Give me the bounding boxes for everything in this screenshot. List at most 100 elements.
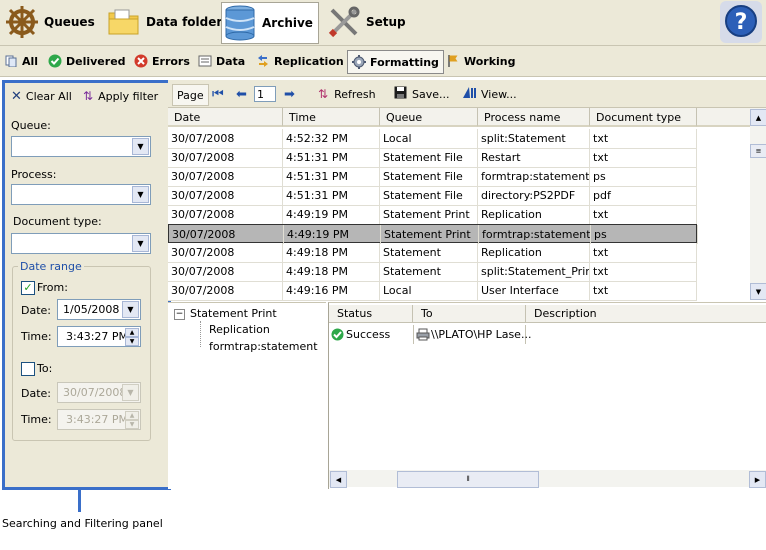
error-icon bbox=[134, 54, 148, 68]
save-button[interactable]: Save... bbox=[394, 84, 450, 104]
table-cell: Replication bbox=[478, 205, 590, 224]
column-header-description[interactable]: Description bbox=[526, 305, 766, 323]
clear-all-label: Clear All bbox=[25, 90, 72, 103]
to-time-spin[interactable]: ▲ ▼ bbox=[125, 411, 139, 429]
queues-button[interactable]: Queues bbox=[4, 2, 95, 42]
check-icon bbox=[48, 54, 62, 68]
table-row[interactable]: 30/07/2008 4:49:18 PM Statement split:State… bbox=[168, 262, 697, 282]
table-cell: ps bbox=[590, 167, 697, 186]
tree-collapse-icon[interactable]: − bbox=[174, 309, 185, 320]
scroll-thumb[interactable]: ⦀ bbox=[397, 471, 539, 488]
from-date-label: Date: bbox=[21, 304, 51, 317]
folder-icon bbox=[106, 4, 142, 40]
tree-child-node[interactable]: Replication bbox=[209, 323, 270, 336]
from-checkbox[interactable]: ✓ bbox=[21, 281, 35, 295]
table-row[interactable]: 30/07/2008 4:51:31 PM Statement File direct… bbox=[168, 186, 697, 206]
filter-all[interactable]: All bbox=[4, 50, 38, 72]
from-time-spin[interactable]: ▲ ▼ bbox=[125, 328, 139, 346]
document-type-select[interactable]: ▼ bbox=[11, 233, 151, 254]
from-date-picker[interactable]: 1/05/2008 ▼ bbox=[57, 299, 141, 320]
spin-up-icon: ▲ bbox=[125, 328, 139, 337]
date-range-label: Date range bbox=[18, 260, 84, 273]
table-cell: Local bbox=[380, 281, 478, 300]
ships-wheel-icon bbox=[4, 4, 40, 40]
clear-all-button[interactable]: ✕ Clear All bbox=[11, 89, 72, 104]
filter-formatting[interactable]: Formatting bbox=[347, 50, 444, 74]
from-time-stepper[interactable]: 3:43:27 PM ▲ ▼ bbox=[57, 326, 141, 347]
table-row[interactable]: 30/07/2008 4:52:32 PM Local split:Statement… bbox=[168, 129, 697, 149]
filter-replication[interactable]: Replication bbox=[256, 50, 344, 72]
column-header-to[interactable]: To bbox=[413, 305, 526, 323]
archive-button[interactable]: Archive bbox=[221, 2, 319, 44]
queue-select[interactable]: ▼ bbox=[11, 136, 151, 157]
scroll-thumb[interactable]: ≡ bbox=[750, 144, 766, 158]
table-cell: Statement File bbox=[380, 148, 478, 167]
tree-child-node[interactable]: formtrap:statement bbox=[209, 340, 318, 353]
to-time-stepper[interactable]: 3:43:27 PM ▲ ▼ bbox=[57, 409, 141, 430]
setup-button[interactable]: Setup bbox=[326, 2, 406, 42]
column-header-process-name[interactable]: Process name bbox=[478, 108, 590, 127]
refresh-button[interactable]: ⇅ Refresh bbox=[318, 84, 376, 104]
scroll-down-icon[interactable]: ▼ bbox=[750, 283, 766, 300]
column-header-filler bbox=[697, 108, 750, 127]
chevron-down-icon: ▼ bbox=[132, 138, 149, 155]
scroll-up-icon[interactable]: ▲ bbox=[750, 109, 766, 126]
scroll-left-icon[interactable]: ◀ bbox=[330, 471, 347, 488]
chevron-down-icon: ▼ bbox=[122, 384, 139, 401]
table-row[interactable]: 30/07/2008 4:49:18 PM Statement Replication… bbox=[168, 243, 697, 263]
page-number-input[interactable]: 1 bbox=[254, 86, 276, 102]
view-button[interactable]: View... bbox=[462, 84, 517, 104]
table-row[interactable]: 30/07/2008 4:49:16 PM Local User Interface t… bbox=[168, 281, 697, 301]
table-cell: 30/07/2008 bbox=[169, 225, 284, 244]
column-header-time[interactable]: Time bbox=[283, 108, 380, 127]
spin-down-icon: ▼ bbox=[125, 337, 139, 346]
spin-down-icon: ▼ bbox=[125, 420, 139, 429]
column-header-queue[interactable]: Queue bbox=[380, 108, 478, 127]
filter-errors[interactable]: Errors bbox=[134, 50, 190, 72]
table-cell: 4:51:31 PM bbox=[283, 148, 380, 167]
apply-filter-icon: ⇅ bbox=[83, 89, 94, 103]
previous-page-icon[interactable]: ⬅ bbox=[236, 84, 247, 104]
data-folders-button[interactable]: Data folders bbox=[106, 2, 229, 42]
chevron-down-icon: ▼ bbox=[122, 301, 139, 318]
table-row[interactable]: 30/07/2008 4:51:31 PM Statement File Restar… bbox=[168, 148, 697, 168]
scroll-right-icon[interactable]: ▶ bbox=[749, 471, 766, 488]
document-type-label: Document type: bbox=[13, 215, 102, 228]
first-page-icon[interactable]: ⏮ bbox=[212, 84, 224, 104]
filter-working[interactable]: Working bbox=[446, 50, 516, 72]
help-button[interactable]: ? bbox=[720, 1, 762, 43]
status-value: Success bbox=[346, 328, 391, 341]
table-cell: Statement File bbox=[380, 167, 478, 186]
tree-connector bbox=[200, 321, 202, 347]
flag-icon bbox=[446, 54, 460, 68]
status-horizontal-scrollbar[interactable]: ◀ ⦀ ▶ bbox=[329, 470, 766, 488]
table-cell: 30/07/2008 bbox=[168, 281, 283, 300]
next-page-icon[interactable]: ➡ bbox=[284, 84, 295, 104]
chevron-down-icon: ▼ bbox=[132, 235, 149, 252]
column-header-date[interactable]: Date bbox=[168, 108, 283, 127]
documents-icon bbox=[4, 54, 18, 68]
view-icon bbox=[462, 86, 476, 102]
from-date-value: 1/05/2008 bbox=[63, 303, 120, 316]
table-cell: Statement File bbox=[380, 186, 478, 205]
table-row[interactable]: 30/07/2008 4:51:31 PM Statement File formtr… bbox=[168, 167, 697, 187]
status-row[interactable]: Success \\PLATO\HP Lase... bbox=[329, 325, 531, 344]
column-header-status[interactable]: Status bbox=[329, 305, 413, 323]
to-date-picker[interactable]: 30/07/2008 ▼ bbox=[57, 382, 141, 403]
table-row[interactable]: 30/07/2008 4:49:19 PM Statement Print Repli… bbox=[168, 205, 697, 225]
process-label: Process: bbox=[11, 168, 57, 181]
column-header-document-type[interactable]: Document type bbox=[590, 108, 697, 127]
filter-delivered[interactable]: Delivered bbox=[48, 50, 126, 72]
apply-filter-button[interactable]: ⇅ Apply filter bbox=[83, 89, 158, 103]
table-cell: txt bbox=[590, 262, 697, 281]
from-time-value: 3:43:27 PM bbox=[66, 330, 129, 343]
table-row[interactable]: 30/07/2008 4:49:19 PM Statement Print formt… bbox=[168, 224, 698, 244]
refresh-icon: ⇅ bbox=[318, 87, 329, 101]
to-checkbox[interactable] bbox=[21, 362, 35, 376]
table-cell: 4:49:18 PM bbox=[283, 262, 380, 281]
search-filter-panel: ✕ Clear All ⇅ Apply filter Queue: ▼ Proc… bbox=[2, 80, 171, 490]
tree-root-node[interactable]: Statement Print bbox=[190, 307, 277, 320]
filter-data[interactable]: Data bbox=[198, 50, 245, 72]
grid-vertical-scrollbar[interactable]: ▲ ≡ ▼ bbox=[750, 108, 766, 300]
process-select[interactable]: ▼ bbox=[11, 184, 151, 205]
